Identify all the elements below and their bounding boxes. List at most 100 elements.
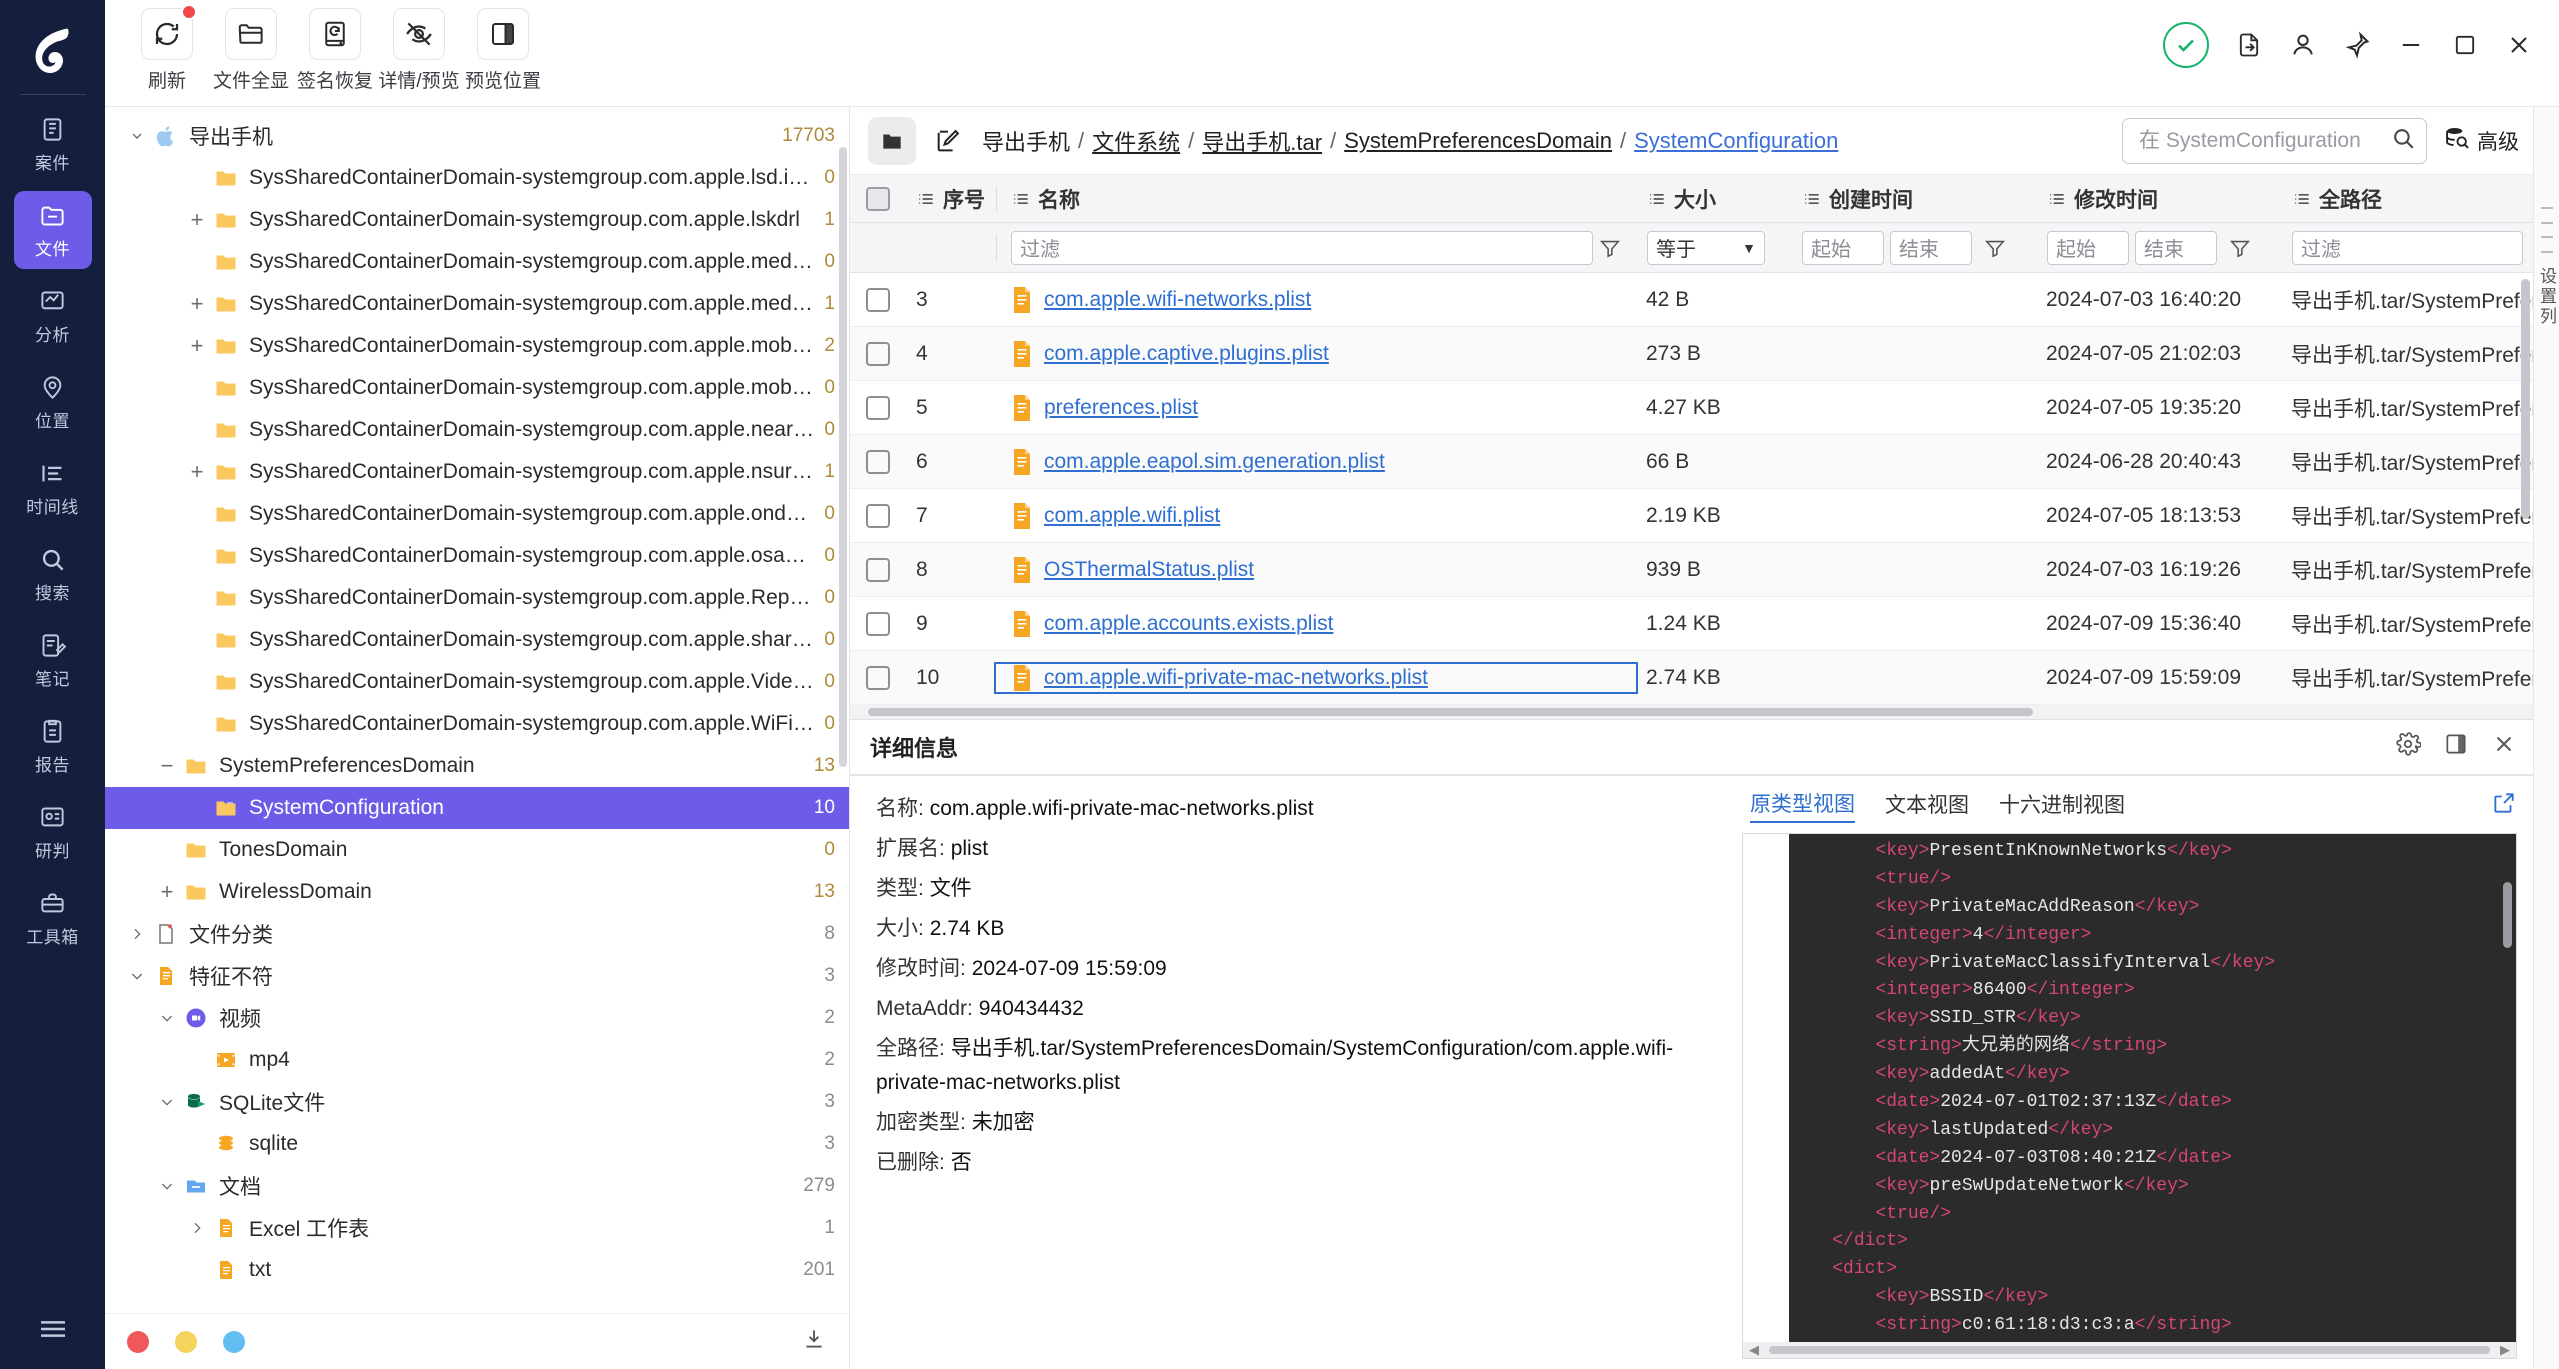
row-name-cell[interactable]: com.apple.wifi-networks.plist <box>996 286 1636 314</box>
row-file-link[interactable]: com.apple.wifi.plist <box>1044 504 1220 528</box>
tree-node[interactable]: Excel 工作表1 <box>105 1207 849 1249</box>
breadcrumb-item[interactable]: SystemPreferencesDomain <box>1342 128 1614 154</box>
filter-path-input[interactable]: 过滤 <box>2292 231 2523 265</box>
sidebar-item-files[interactable]: 文件 <box>14 191 92 269</box>
tree-root-node[interactable]: 导出手机 17703 <box>105 115 849 157</box>
column-header-index[interactable]: 序号 <box>906 184 996 214</box>
scrollbar-thumb[interactable] <box>1769 1346 2490 1354</box>
tree-expander[interactable] <box>153 1010 181 1026</box>
status-dot-yellow[interactable] <box>175 1331 197 1353</box>
tree-node[interactable]: SysSharedContainerDomain-systemgroup.com… <box>105 619 849 661</box>
row-name-cell[interactable]: com.apple.eapol.sim.generation.plist <box>996 448 1636 476</box>
filter-name-input[interactable]: 过滤 <box>1011 231 1593 265</box>
tree-scrollbar[interactable] <box>839 147 847 767</box>
row-name-cell[interactable]: OSThermalStatus.plist <box>996 556 1636 584</box>
maximize-icon[interactable] <box>2451 31 2479 59</box>
filter-modified-end[interactable]: 结束 <box>2135 231 2217 265</box>
status-dot-blue[interactable] <box>223 1331 245 1353</box>
tree-node[interactable]: SysSharedContainerDomain-systemgroup.com… <box>105 241 849 283</box>
row-checkbox[interactable] <box>850 504 906 528</box>
tree-node[interactable]: 视频2 <box>105 997 849 1039</box>
refresh-button[interactable]: 刷新 <box>125 8 209 93</box>
tree-node[interactable]: SysSharedContainerDomain-systemgroup.com… <box>105 493 849 535</box>
tree-node[interactable]: SysSharedContainerDomain-systemgroup.com… <box>105 577 849 619</box>
tree-node[interactable]: SysSharedContainerDomain-systemgroup.com… <box>105 157 849 199</box>
viewer-tab[interactable]: 原类型视图 <box>1750 788 1855 823</box>
export-icon[interactable] <box>2235 31 2263 59</box>
chevron-down-icon[interactable] <box>123 128 151 144</box>
row-file-link[interactable]: com.apple.wifi-networks.plist <box>1044 288 1311 312</box>
row-file-link[interactable]: com.apple.eapol.sim.generation.plist <box>1044 450 1385 474</box>
sidebar-item-case[interactable]: 案件 <box>14 105 92 183</box>
code-vertical-scrollbar[interactable] <box>2503 882 2512 948</box>
row-file-link[interactable]: com.apple.captive.plugins.plist <box>1044 342 1329 366</box>
pin-icon[interactable] <box>2343 31 2371 59</box>
row-name-cell[interactable]: preferences.plist <box>996 394 1636 422</box>
select-all-checkbox[interactable] <box>850 187 906 211</box>
popout-icon[interactable] <box>2491 790 2517 822</box>
tree-node[interactable]: +SysSharedContainerDomain-systemgroup.co… <box>105 451 849 493</box>
tree-expander[interactable] <box>123 926 151 942</box>
sidebar-item-toolbox[interactable]: 工具箱 <box>14 879 92 957</box>
edit-icon[interactable] <box>928 121 968 161</box>
tree-expander[interactable] <box>123 968 151 984</box>
minimize-icon[interactable] <box>2397 31 2425 59</box>
table-row[interactable]: 3com.apple.wifi-networks.plist42 B2024-0… <box>850 273 2533 327</box>
table-vertical-scrollbar[interactable] <box>2521 279 2530 519</box>
search-box[interactable] <box>2122 118 2427 164</box>
close-icon[interactable] <box>2505 31 2533 59</box>
column-header-created[interactable]: 创建时间 <box>1792 184 2037 214</box>
row-name-cell[interactable]: com.apple.captive.plugins.plist <box>996 340 1636 368</box>
column-header-fullpath[interactable]: 全路径 <box>2282 184 2533 214</box>
tree-node-selected[interactable]: SystemConfiguration10 <box>105 787 849 829</box>
scrollbar-thumb[interactable] <box>868 708 2033 716</box>
preview-position-button[interactable]: 预览位置 <box>461 8 545 93</box>
user-icon[interactable] <box>2289 31 2317 59</box>
tree-expander[interactable] <box>183 1220 211 1236</box>
row-file-link[interactable]: com.apple.accounts.exists.plist <box>1044 612 1333 636</box>
table-row[interactable]: 9com.apple.accounts.exists.plist1.24 KB2… <box>850 597 2533 651</box>
row-file-link[interactable]: preferences.plist <box>1044 396 1198 420</box>
column-header-size[interactable]: 大小 <box>1637 184 1792 214</box>
column-header-modified[interactable]: 修改时间 <box>2037 184 2282 214</box>
row-checkbox[interactable] <box>850 612 906 636</box>
tree-node[interactable]: 文档279 <box>105 1165 849 1207</box>
detail-preview-button[interactable]: 详情/预览 <box>377 8 461 93</box>
tree-node[interactable]: +SysSharedContainerDomain-systemgroup.co… <box>105 283 849 325</box>
download-icon[interactable] <box>801 1326 827 1358</box>
filter-modified-start[interactable]: 起始 <box>2047 231 2129 265</box>
table-row[interactable]: 7com.apple.wifi.plist2.19 KB2024-07-05 1… <box>850 489 2533 543</box>
row-checkbox[interactable] <box>850 666 906 690</box>
tree-node[interactable]: SQLite文件3 <box>105 1081 849 1123</box>
filter-size-operator[interactable]: 等于 ▼ <box>1647 231 1765 265</box>
viewer-tab[interactable]: 十六进制视图 <box>1999 789 2125 822</box>
tree-expander[interactable]: + <box>183 461 211 483</box>
tree-node[interactable]: sqlite3 <box>105 1123 849 1165</box>
scroll-right-icon[interactable]: ▶ <box>2494 1342 2516 1358</box>
sidebar-item-timeline[interactable]: 时间线 <box>14 449 92 527</box>
sidebar-item-notes[interactable]: 笔记 <box>14 621 92 699</box>
row-name-cell[interactable]: com.apple.accounts.exists.plist <box>996 610 1636 638</box>
table-horizontal-scrollbar[interactable] <box>850 705 2533 719</box>
tree-node[interactable]: −SystemPreferencesDomain13 <box>105 745 849 787</box>
table-row[interactable]: 4com.apple.captive.plugins.plist273 B202… <box>850 327 2533 381</box>
row-checkbox[interactable] <box>850 342 906 366</box>
breadcrumb-item[interactable]: 文件系统 <box>1090 125 1182 157</box>
tree-node[interactable]: 文件分类8 <box>105 913 849 955</box>
sidebar-item-search[interactable]: 搜索 <box>14 535 92 613</box>
sidebar-item-location[interactable]: 位置 <box>14 363 92 441</box>
row-checkbox[interactable] <box>850 396 906 420</box>
tree-node[interactable]: mp42 <box>105 1039 849 1081</box>
tree-expander[interactable]: + <box>183 209 211 231</box>
row-checkbox[interactable] <box>850 288 906 312</box>
breadcrumb[interactable]: 导出手机/文件系统/导出手机.tar/SystemPreferencesDoma… <box>980 125 1840 157</box>
tree-expander[interactable]: + <box>183 293 211 315</box>
file-tree[interactable]: 导出手机 17703 SysSharedContainerDomain-syst… <box>105 107 849 1313</box>
viewer-tabs[interactable]: 原类型视图文本视图十六进制视图 <box>1742 788 2517 823</box>
rail-menu-button[interactable] <box>37 1313 69 1369</box>
code-content[interactable]: <key>PresentInKnownNetworks</key> <true/… <box>1789 834 2516 1342</box>
breadcrumb-item[interactable]: SystemConfiguration <box>1632 128 1840 154</box>
tree-expander[interactable]: − <box>153 755 181 777</box>
row-checkbox[interactable] <box>850 450 906 474</box>
panel-layout-icon[interactable] <box>2443 731 2469 763</box>
